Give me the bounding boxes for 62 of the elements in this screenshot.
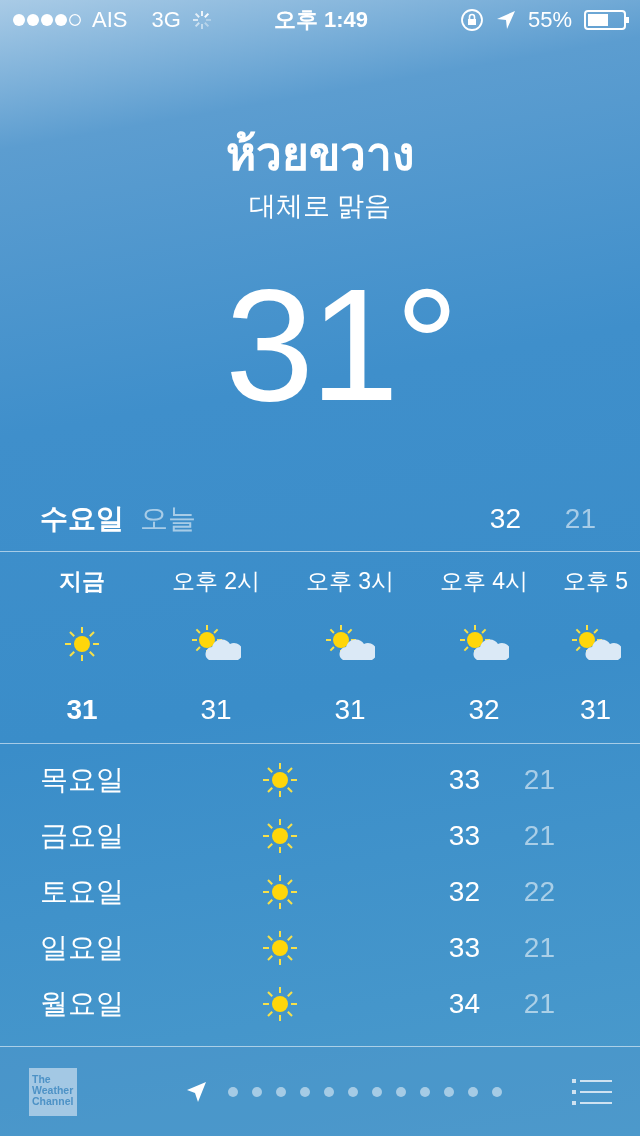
hour-temperature: 31 [66, 694, 98, 726]
page-dot-icon[interactable] [225, 1084, 240, 1099]
sun-icon [260, 984, 300, 1024]
page-dot-icon[interactable] [249, 1084, 264, 1099]
day-name: 토요일 [39, 875, 125, 909]
day-name: 목요일 [39, 763, 125, 797]
current-temperature: 31° [225, 260, 455, 430]
list-menu-icon[interactable] [572, 1077, 612, 1106]
high-temperature: 32 [488, 502, 521, 535]
activity-spinner-icon [190, 9, 213, 31]
high-temperature: 33 [447, 764, 480, 796]
page-dot-icon[interactable] [369, 1084, 384, 1099]
low-temperature: 21 [563, 502, 596, 535]
page-dot-icon[interactable] [321, 1084, 336, 1099]
battery-percentage: 55% [527, 7, 572, 33]
high-temperature: 32 [447, 876, 480, 908]
hour-label: 오후 4시 [439, 567, 529, 596]
hour-label: 지금 [59, 567, 105, 596]
carrier-name: AIS [92, 7, 128, 33]
rotation-lock-icon [459, 8, 484, 32]
weather-channel-logo: The Weather Channel [29, 1067, 77, 1116]
day-name: 수요일 [40, 501, 124, 536]
page-dot-icon[interactable] [393, 1084, 408, 1099]
hour-temperature: 31 [579, 694, 612, 726]
low-temperature: 21 [522, 932, 555, 964]
battery-icon [584, 9, 630, 31]
sun-icon [260, 816, 300, 856]
low-temperature: 21 [522, 820, 555, 852]
hour-temperature: 31 [200, 694, 232, 726]
weather-condition: 대체로 맑음 [248, 190, 392, 223]
high-temperature: 34 [447, 988, 480, 1020]
page-dot-icon[interactable] [297, 1084, 312, 1099]
page-dot-icon[interactable] [345, 1084, 360, 1099]
location-arrow-icon [495, 10, 516, 30]
high-temperature: 33 [447, 932, 480, 964]
low-temperature: 21 [522, 988, 555, 1020]
sun-icon [260, 928, 300, 968]
hour-label: 오후 2시 [171, 567, 261, 596]
low-temperature: 21 [522, 764, 555, 796]
day-name: 금요일 [39, 819, 125, 853]
low-temperature: 22 [522, 876, 555, 908]
page-dot-icon[interactable] [273, 1084, 288, 1099]
hour-temperature: 32 [468, 694, 500, 726]
hour-label: 오후 5 [562, 567, 629, 596]
high-temperature: 33 [447, 820, 480, 852]
hour-temperature: 31 [334, 694, 366, 726]
network-type: 3G [151, 7, 181, 33]
today-label: 오늘 [140, 501, 197, 536]
sun-icon [260, 760, 300, 800]
city-name: ห้วยขวาง [226, 127, 414, 182]
page-dot-icon[interactable] [489, 1084, 504, 1099]
page-dot-icon[interactable] [441, 1084, 456, 1099]
sun-icon [62, 624, 102, 664]
page-dot-icon[interactable] [417, 1084, 432, 1099]
page-dot-icon[interactable] [465, 1084, 480, 1099]
day-name: 월요일 [39, 987, 125, 1021]
hour-label: 오후 3시 [305, 567, 395, 596]
sun-icon [260, 872, 300, 912]
day-name: 일요일 [39, 931, 125, 965]
location-arrow-icon[interactable] [185, 1080, 208, 1103]
clock: 오후 1:49 [273, 6, 369, 34]
signal-strength-icon [12, 13, 82, 27]
